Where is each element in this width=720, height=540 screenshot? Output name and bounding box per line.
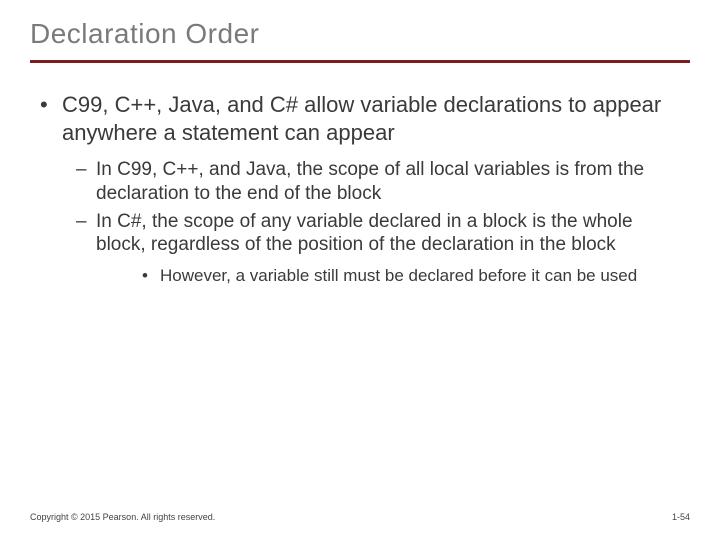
bullet-dot-icon: • <box>142 265 160 287</box>
bullet-level2: – In C#, the scope of any variable decla… <box>76 210 684 258</box>
dash-icon: – <box>76 158 96 206</box>
bullet-level3: • However, a variable still must be decl… <box>142 265 684 287</box>
bullet-level2-group: – In C99, C++, and Java, the scope of al… <box>36 158 684 287</box>
copyright-text: Copyright © 2015 Pearson. All rights res… <box>30 512 215 522</box>
bullet-level3-group: • However, a variable still must be decl… <box>76 265 684 287</box>
bullet-level1: • C99, C++, Java, and C# allow variable … <box>36 91 684 146</box>
slide-footer: Copyright © 2015 Pearson. All rights res… <box>30 512 690 522</box>
bullet-text: However, a variable still must be declar… <box>160 265 637 287</box>
bullet-text: In C#, the scope of any variable declare… <box>96 210 684 258</box>
slide-body: • C99, C++, Java, and C# allow variable … <box>30 91 690 287</box>
title-rule <box>30 60 690 63</box>
bullet-level2: – In C99, C++, and Java, the scope of al… <box>76 158 684 206</box>
dash-icon: – <box>76 210 96 258</box>
bullet-dot-icon: • <box>36 91 62 146</box>
slide-title: Declaration Order <box>30 18 690 50</box>
bullet-text: In C99, C++, and Java, the scope of all … <box>96 158 684 206</box>
page-number: 1-54 <box>672 512 690 522</box>
bullet-text: C99, C++, Java, and C# allow variable de… <box>62 91 684 146</box>
